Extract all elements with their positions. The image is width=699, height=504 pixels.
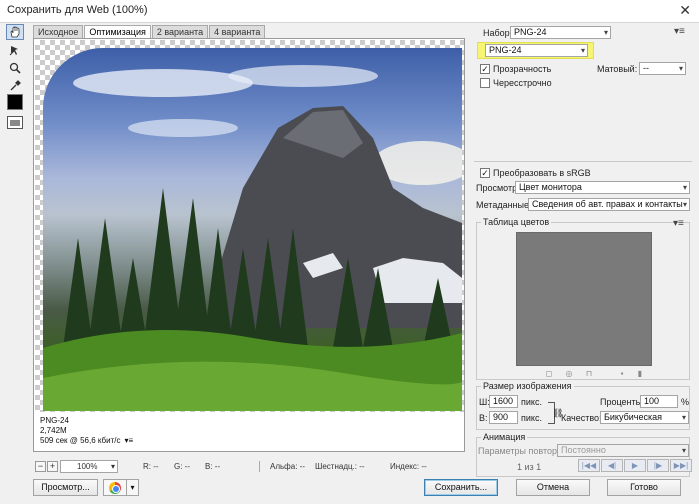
- status-bar: − + 100% R: -- G: -- B: -- Альфа: -- Шес…: [33, 460, 465, 474]
- convert-srgb-label: Преобразовать в sRGB: [493, 168, 591, 178]
- index-value: Индекс: --: [390, 462, 427, 471]
- matte-select[interactable]: --: [639, 62, 686, 75]
- last-frame-button[interactable]: ▶▶|: [670, 459, 692, 472]
- width-unit: пикс.: [521, 397, 542, 407]
- new-color-icon[interactable]: ▪: [618, 370, 626, 378]
- tab-original[interactable]: Исходное: [33, 25, 84, 39]
- convert-srgb-checkbox[interactable]: ✓: [480, 168, 490, 178]
- settings-panel: Набор: PNG-24 ▾≡ PNG-24 ✓ Прозрачность М…: [473, 24, 694, 480]
- color-table-menu-icon[interactable]: ▾≡: [673, 218, 684, 229]
- zoom-in-button[interactable]: +: [47, 461, 58, 472]
- metadata-select[interactable]: Сведения об авт. правах и контакты: [528, 198, 690, 211]
- title-bar: Сохранить для Web (100%) ✕: [0, 0, 699, 22]
- transparency-label: Прозрачность: [493, 64, 552, 74]
- divider: [259, 461, 260, 472]
- repeat-select[interactable]: Постоянно: [557, 444, 689, 457]
- metadata-label: Метаданные:: [476, 200, 532, 210]
- preview-button[interactable]: Просмотр...: [33, 479, 98, 496]
- red-value: R: --: [143, 462, 159, 471]
- cancel-button[interactable]: Отмена: [516, 479, 590, 496]
- done-button[interactable]: Готово: [607, 479, 681, 496]
- zoom-out-button[interactable]: −: [35, 461, 46, 472]
- interlaced-label: Чересстрочно: [493, 78, 552, 88]
- next-frame-button[interactable]: |▶: [647, 459, 669, 472]
- info-format: PNG-24: [40, 416, 69, 425]
- previous-frame-button[interactable]: ◀|: [601, 459, 623, 472]
- preset-select[interactable]: PNG-24: [510, 26, 611, 39]
- trash-icon[interactable]: ▮: [636, 370, 644, 378]
- play-button[interactable]: ▶: [624, 459, 646, 472]
- optimization-info: PNG-24 2,742M 509 сек @ 56,6 кбит/с ▾≡: [40, 416, 133, 446]
- web-snap-icon[interactable]: ◎: [565, 370, 573, 378]
- hand-icon[interactable]: [6, 24, 24, 40]
- tab-2-up[interactable]: 2 варианта: [151, 25, 209, 39]
- percent-label: Проценты:: [600, 397, 645, 407]
- eyedropper-color-swatch[interactable]: [7, 94, 23, 110]
- lock-color-icon[interactable]: ⊓: [585, 370, 593, 378]
- first-frame-button[interactable]: |◀◀: [578, 459, 600, 472]
- browser-preview-button[interactable]: ▾: [103, 479, 139, 496]
- image-size-title: Размер изображения: [481, 381, 574, 391]
- close-icon[interactable]: ✕: [679, 2, 691, 19]
- preset-label: Набор:: [483, 28, 513, 38]
- info-file-size: 2,742M: [40, 426, 67, 435]
- transparency-checkbox[interactable]: ✓: [480, 64, 490, 74]
- quality-label: Качество:: [561, 413, 602, 423]
- tool-palette: [4, 24, 26, 134]
- info-download-time: 509 сек @ 56,6 кбит/с: [40, 436, 121, 445]
- view-tabs: Исходное Оптимизация 2 варианта 4 вариан…: [33, 25, 266, 39]
- preview-mode-label: Просмотр:: [476, 183, 520, 193]
- zoom-icon[interactable]: [6, 60, 24, 76]
- color-table-title: Таблица цветов: [481, 217, 552, 227]
- zoom-level-select[interactable]: 100%: [60, 460, 118, 473]
- save-button[interactable]: Сохранить...: [424, 479, 498, 496]
- height-unit: пикс.: [521, 413, 542, 423]
- percent-unit: %: [681, 397, 690, 407]
- image-preview-panel[interactable]: PNG-24 2,742M 509 сек @ 56,6 кбит/с ▾≡: [33, 38, 465, 452]
- toggle-slices-icon[interactable]: [7, 116, 23, 129]
- percent-input[interactable]: 100: [640, 395, 678, 408]
- chevron-down-icon[interactable]: ▾: [126, 480, 138, 495]
- alpha-value: Альфа: --: [270, 462, 305, 471]
- divider: [474, 161, 692, 162]
- tab-optimized[interactable]: Оптимизация: [84, 25, 151, 39]
- frame-counter: 1 из 1: [517, 462, 542, 472]
- width-input[interactable]: 1600: [489, 395, 518, 408]
- height-input[interactable]: 900: [489, 411, 518, 424]
- tab-4-up[interactable]: 4 варианта: [209, 25, 266, 39]
- window-title: Сохранить для Web (100%): [7, 4, 148, 16]
- file-format-select[interactable]: PNG-24: [485, 44, 588, 57]
- hex-value: Шестнадц.: --: [315, 462, 365, 471]
- repeat-label: Параметры повторов:: [478, 446, 570, 456]
- green-value: G: --: [174, 462, 190, 471]
- slice-select-icon[interactable]: [6, 42, 24, 58]
- color-table[interactable]: [516, 232, 652, 366]
- quality-select[interactable]: Бикубическая: [600, 411, 689, 424]
- interlaced-checkbox[interactable]: [480, 78, 490, 88]
- preview-mode-select[interactable]: Цвет монитора: [515, 181, 690, 194]
- matte-label: Матовый:: [597, 64, 638, 74]
- animation-title: Анимация: [481, 432, 528, 442]
- browser-icon: [109, 482, 121, 494]
- eyedropper-icon[interactable]: [6, 78, 24, 94]
- panel-menu-icon[interactable]: ▾≡: [674, 26, 685, 37]
- download-rate-menu-icon[interactable]: ▾≡: [125, 436, 134, 446]
- blue-value: B: --: [205, 462, 221, 471]
- preview-image: [43, 48, 462, 411]
- height-label: В:: [479, 413, 488, 423]
- map-transparency-icon[interactable]: ◻: [545, 370, 553, 378]
